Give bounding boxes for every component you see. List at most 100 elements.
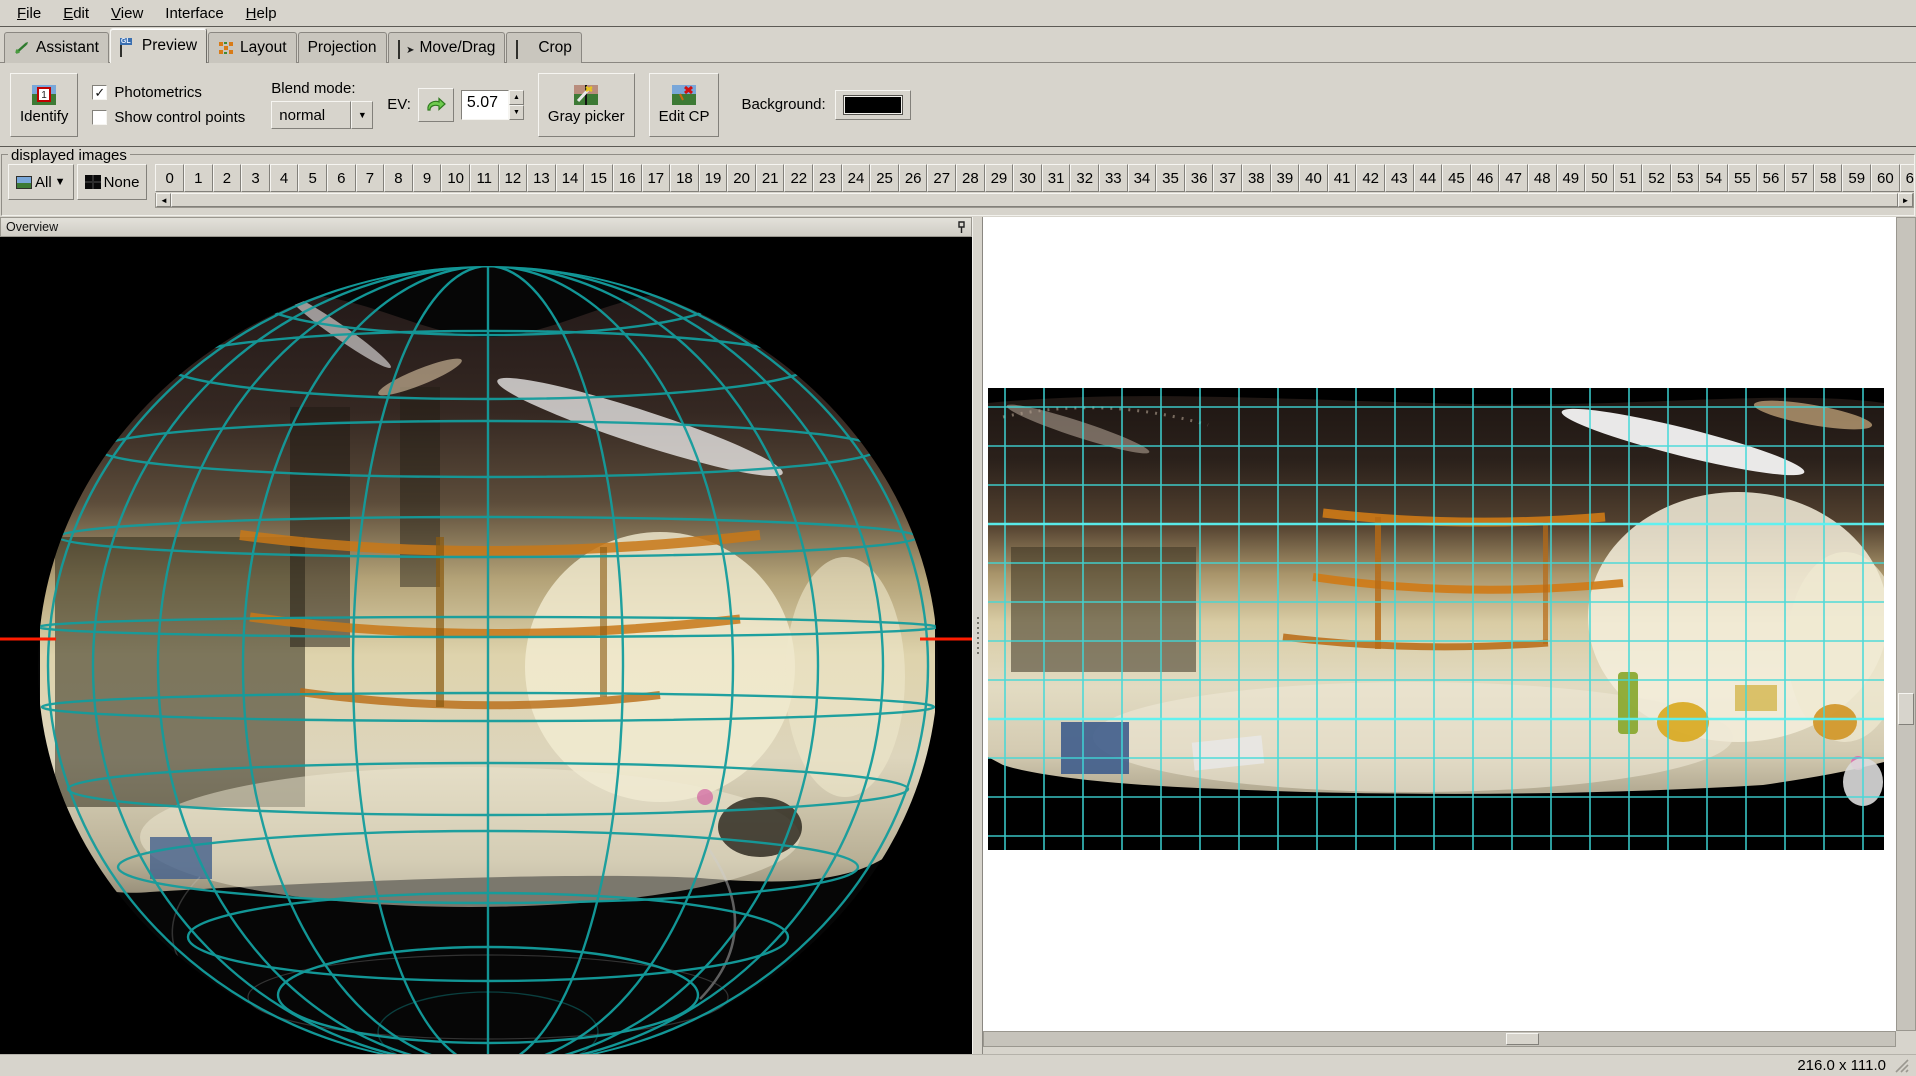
- image-toggle-button[interactable]: 21: [756, 164, 785, 192]
- background-color-button[interactable]: [835, 90, 911, 120]
- image-toggle-button[interactable]: 57: [1785, 164, 1814, 192]
- image-toggle-button[interactable]: 31: [1042, 164, 1071, 192]
- image-toggle-button[interactable]: 3: [241, 164, 270, 192]
- image-toggle-button[interactable]: 23: [813, 164, 842, 192]
- image-toggle-button[interactable]: 20: [727, 164, 756, 192]
- image-toggle-button[interactable]: 26: [899, 164, 928, 192]
- menu-help[interactable]: Help: [235, 2, 288, 25]
- pane-splitter[interactable]: [972, 217, 983, 1054]
- gray-picker-button[interactable]: Gray picker: [538, 73, 635, 137]
- identify-button[interactable]: 1 Identify: [10, 73, 78, 137]
- resize-grip-icon[interactable]: [1894, 1058, 1910, 1074]
- image-toggle-button[interactable]: 60: [1871, 164, 1900, 192]
- image-toggle-button[interactable]: 19: [699, 164, 728, 192]
- pin-icon[interactable]: [957, 221, 966, 234]
- image-toggle-button[interactable]: 35: [1156, 164, 1185, 192]
- image-strip-scrollbar[interactable]: ◄ ►: [155, 193, 1914, 208]
- image-toggle-button[interactable]: 15: [584, 164, 613, 192]
- image-toggle-button[interactable]: 44: [1414, 164, 1443, 192]
- menu-interface[interactable]: Interface: [154, 2, 234, 25]
- image-toggle-button[interactable]: 36: [1185, 164, 1214, 192]
- image-toggle-button[interactable]: 55: [1728, 164, 1757, 192]
- image-toggle-button[interactable]: 58: [1814, 164, 1843, 192]
- image-toggle-button[interactable]: 5: [298, 164, 327, 192]
- image-toggle-button[interactable]: 12: [499, 164, 528, 192]
- tab-assistant[interactable]: Assistant: [4, 32, 109, 63]
- image-toggle-button[interactable]: 24: [842, 164, 871, 192]
- overview-sphere-canvas[interactable]: [0, 237, 972, 1054]
- image-toggle-button[interactable]: 1: [184, 164, 213, 192]
- image-toggle-button[interactable]: 11: [470, 164, 499, 192]
- photometrics-checkbox[interactable]: ✓ Photometrics: [92, 84, 245, 101]
- ev-reset-button[interactable]: [418, 88, 454, 122]
- photometrics-checkbox-box[interactable]: ✓: [92, 85, 107, 100]
- tab-projection[interactable]: Projection: [298, 32, 387, 63]
- ev-spinner[interactable]: 5.07 ▲ ▼: [461, 90, 524, 120]
- image-toggle-button[interactable]: 2: [213, 164, 242, 192]
- image-toggle-button[interactable]: 8: [384, 164, 413, 192]
- image-toggle-button[interactable]: 56: [1757, 164, 1786, 192]
- image-toggle-button[interactable]: 0: [155, 164, 184, 192]
- spin-down-icon[interactable]: ▼: [509, 105, 524, 120]
- show-all-images-button[interactable]: All▼: [8, 164, 74, 200]
- image-toggle-button[interactable]: 25: [870, 164, 899, 192]
- image-toggle-button[interactable]: 47: [1499, 164, 1528, 192]
- image-toggle-button[interactable]: 14: [556, 164, 585, 192]
- preview-horizontal-scrollbar[interactable]: [983, 1031, 1896, 1047]
- image-toggle-button[interactable]: 39: [1271, 164, 1300, 192]
- image-toggle-button[interactable]: 9: [413, 164, 442, 192]
- image-toggle-button[interactable]: 6: [327, 164, 356, 192]
- image-toggle-button[interactable]: 48: [1528, 164, 1557, 192]
- panorama-preview-canvas[interactable]: [983, 217, 1896, 1031]
- image-toggle-button[interactable]: 34: [1128, 164, 1157, 192]
- image-toggle-button[interactable]: 43: [1385, 164, 1414, 192]
- spin-up-icon[interactable]: ▲: [509, 90, 524, 105]
- show-control-points-checkbox[interactable]: ✓ Show control points: [92, 109, 245, 126]
- edit-cp-button[interactable]: Edit CP: [649, 73, 720, 137]
- blend-mode-select[interactable]: normal ▼: [271, 101, 373, 129]
- image-toggle-button[interactable]: 54: [1699, 164, 1728, 192]
- image-toggle-button[interactable]: 38: [1242, 164, 1271, 192]
- image-toggle-button[interactable]: 41: [1328, 164, 1357, 192]
- image-toggle-button[interactable]: 61: [1900, 164, 1914, 192]
- preview-vscroll-thumb[interactable]: [1898, 693, 1914, 725]
- image-strip-scroll-thumb[interactable]: [171, 193, 1898, 207]
- image-toggle-button[interactable]: 45: [1442, 164, 1471, 192]
- preview-vertical-scrollbar[interactable]: [1896, 217, 1916, 1031]
- image-toggle-button[interactable]: 37: [1213, 164, 1242, 192]
- image-toggle-button[interactable]: 50: [1585, 164, 1614, 192]
- image-toggle-button[interactable]: 53: [1671, 164, 1700, 192]
- chevron-down-icon[interactable]: ▼: [351, 101, 373, 129]
- image-toggle-button[interactable]: 29: [985, 164, 1014, 192]
- image-toggle-button[interactable]: 42: [1356, 164, 1385, 192]
- image-toggle-button[interactable]: 13: [527, 164, 556, 192]
- scroll-right-icon[interactable]: ►: [1898, 193, 1913, 207]
- image-toggle-button[interactable]: 49: [1557, 164, 1586, 192]
- image-toggle-button[interactable]: 27: [927, 164, 956, 192]
- image-toggle-button[interactable]: 59: [1842, 164, 1871, 192]
- image-toggle-button[interactable]: 17: [642, 164, 671, 192]
- menu-edit[interactable]: Edit: [52, 2, 100, 25]
- image-toggle-button[interactable]: 33: [1099, 164, 1128, 192]
- show-none-images-button[interactable]: None: [77, 164, 148, 200]
- tab-crop[interactable]: Crop: [506, 32, 582, 63]
- image-toggle-button[interactable]: 52: [1642, 164, 1671, 192]
- image-toggle-button[interactable]: 46: [1471, 164, 1500, 192]
- image-toggle-button[interactable]: 7: [356, 164, 385, 192]
- show-control-points-checkbox-box[interactable]: ✓: [92, 110, 107, 125]
- image-toggle-button[interactable]: 18: [670, 164, 699, 192]
- tab-layout[interactable]: Layout: [208, 32, 297, 63]
- image-toggle-button[interactable]: 40: [1299, 164, 1328, 192]
- tab-move-drag[interactable]: ➤ Move/Drag: [388, 32, 506, 63]
- image-toggle-button[interactable]: 10: [441, 164, 470, 192]
- image-toggle-button[interactable]: 51: [1614, 164, 1643, 192]
- image-toggle-button[interactable]: 28: [956, 164, 985, 192]
- ev-value-field[interactable]: 5.07: [461, 90, 509, 120]
- preview-hscroll-thumb[interactable]: [1506, 1033, 1539, 1045]
- tab-preview[interactable]: GL Preview: [110, 28, 207, 63]
- image-toggle-button[interactable]: 32: [1070, 164, 1099, 192]
- image-toggle-button[interactable]: 22: [784, 164, 813, 192]
- menu-file[interactable]: File: [6, 2, 52, 25]
- scroll-left-icon[interactable]: ◄: [156, 193, 171, 207]
- image-toggle-button[interactable]: 30: [1013, 164, 1042, 192]
